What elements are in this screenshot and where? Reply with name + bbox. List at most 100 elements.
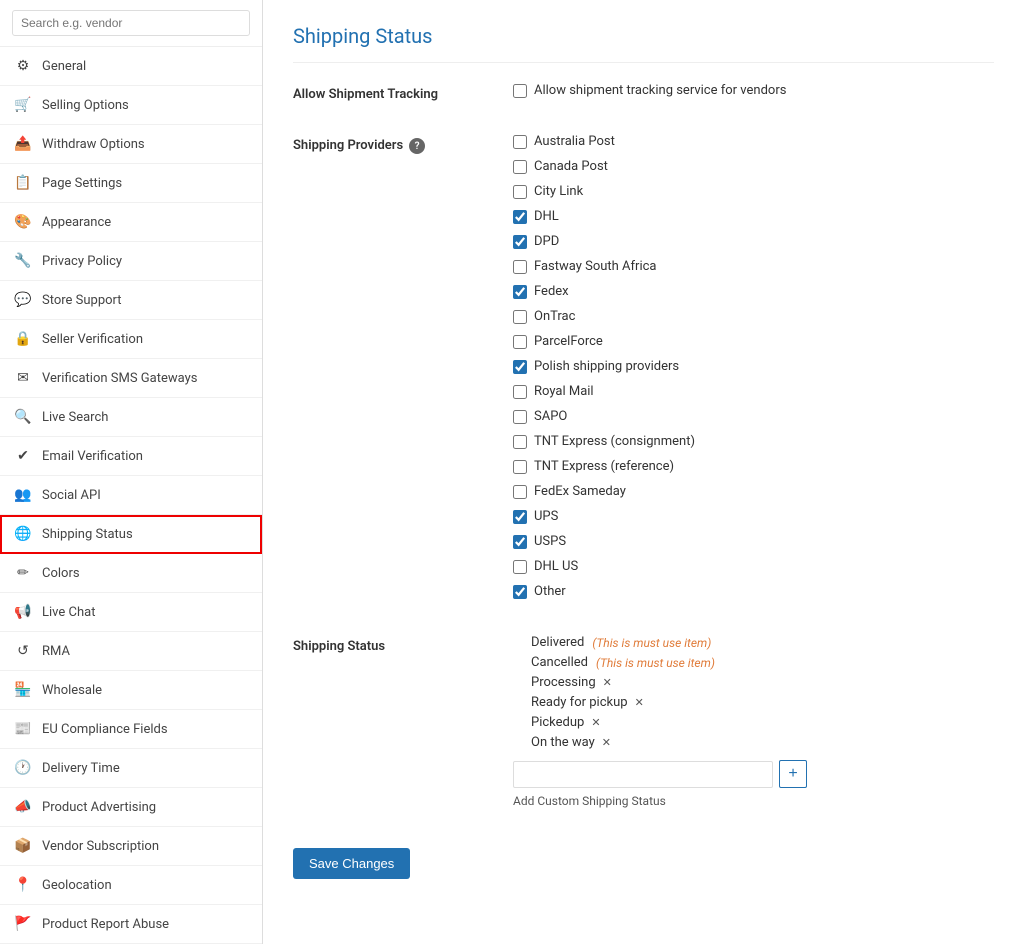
status-label-processing: Processing [531, 675, 596, 690]
sidebar-item-shipping-status[interactable]: 🌐 Shipping Status [0, 515, 262, 554]
sidebar-item-seller-verification[interactable]: 🔒 Seller Verification [0, 320, 262, 359]
provider-row-ontrac: OnTrac [513, 309, 994, 324]
provider-checkbox-australia-post[interactable] [513, 135, 527, 149]
sidebar-item-label-store-support: Store Support [42, 293, 122, 308]
add-status-button[interactable]: + [779, 760, 807, 788]
status-label-delivered: Delivered [531, 635, 584, 650]
sidebar-item-rma[interactable]: ↺ RMA [0, 632, 262, 671]
sidebar-item-label-seller-verification: Seller Verification [42, 332, 143, 347]
provider-checkbox-fastway-sa[interactable] [513, 260, 527, 274]
shipping-providers-content: Australia Post Canada Post City Link DHL… [513, 134, 994, 605]
sidebar-item-delivery-time[interactable]: 🕐 Delivery Time [0, 749, 262, 788]
status-item-cancelled: Cancelled(This is must use item) [531, 655, 994, 670]
provider-row-fastway-sa: Fastway South Africa [513, 259, 994, 274]
sidebar-item-label-email-verification: Email Verification [42, 449, 143, 464]
sidebar-item-geolocation[interactable]: 📍 Geolocation [0, 866, 262, 905]
provider-checkbox-sapo[interactable] [513, 410, 527, 424]
provider-checkbox-dhl-us[interactable] [513, 560, 527, 574]
add-custom-status-label: Add Custom Shipping Status [513, 794, 994, 808]
provider-checkbox-dpd[interactable] [513, 235, 527, 249]
provider-checkbox-ups[interactable] [513, 510, 527, 524]
sidebar-item-live-search[interactable]: 🔍 Live Search [0, 398, 262, 437]
provider-checkbox-tnt-consignment[interactable] [513, 435, 527, 449]
sidebar-item-label-page-settings: Page Settings [42, 176, 122, 191]
provider-checkbox-dhl[interactable] [513, 210, 527, 224]
sidebar-item-verification-sms[interactable]: ✉ Verification SMS Gateways [0, 359, 262, 398]
provider-label-sapo: SAPO [534, 409, 567, 424]
provider-checkbox-polish-shipping[interactable] [513, 360, 527, 374]
status-remove-processing[interactable]: ✕ [603, 676, 612, 689]
status-item-pickedup: Pickedup✕ [531, 715, 994, 730]
withdraw-options-icon: 📤 [14, 135, 32, 153]
status-must-use-delivered: (This is must use item) [592, 636, 711, 650]
sidebar-item-privacy-policy[interactable]: 🔧 Privacy Policy [0, 242, 262, 281]
status-remove-ready-pickup[interactable]: ✕ [635, 696, 644, 709]
sidebar-item-email-verification[interactable]: ✔ Email Verification [0, 437, 262, 476]
provider-row-dpd: DPD [513, 234, 994, 249]
sidebar-item-vendor-subscription[interactable]: 📦 Vendor Subscription [0, 827, 262, 866]
sidebar-item-store-support[interactable]: 💬 Store Support [0, 281, 262, 320]
sidebar-item-label-wholesale: Wholesale [42, 683, 102, 698]
status-remove-on-the-way[interactable]: ✕ [602, 736, 611, 749]
provider-checkbox-royal-mail[interactable] [513, 385, 527, 399]
sidebar-search-input[interactable] [12, 10, 250, 36]
sidebar-item-colors[interactable]: ✏ Colors [0, 554, 262, 593]
add-status-input[interactable] [513, 761, 773, 788]
provider-checkbox-other[interactable] [513, 585, 527, 599]
sidebar-item-general[interactable]: ⚙ General [0, 47, 262, 86]
allow-shipment-checkbox-row: Allow shipment tracking service for vend… [513, 83, 994, 98]
provider-row-dhl: DHL [513, 209, 994, 224]
provider-label-ups: UPS [534, 509, 558, 524]
provider-label-usps: USPS [534, 534, 566, 549]
live-search-icon: 🔍 [14, 408, 32, 426]
sidebar-item-label-withdraw-options: Withdraw Options [42, 137, 145, 152]
shipping-status-icon: 🌐 [14, 525, 32, 543]
provider-checkbox-canada-post[interactable] [513, 160, 527, 174]
allow-shipment-section: Allow Shipment Tracking Allow shipment t… [293, 83, 994, 104]
provider-checkbox-fedex-sameday[interactable] [513, 485, 527, 499]
provider-label-parcelforce: ParcelForce [534, 334, 603, 349]
provider-label-tnt-consignment: TNT Express (consignment) [534, 434, 695, 449]
provider-row-fedex-sameday: FedEx Sameday [513, 484, 994, 499]
shipping-providers-help-icon[interactable]: ? [409, 138, 425, 154]
provider-checkbox-fedex[interactable] [513, 285, 527, 299]
save-changes-button[interactable]: Save Changes [293, 848, 410, 879]
sidebar-item-label-privacy-policy: Privacy Policy [42, 254, 122, 269]
seller-verification-icon: 🔒 [14, 330, 32, 348]
sidebar-item-withdraw-options[interactable]: 📤 Withdraw Options [0, 125, 262, 164]
sidebar-item-eu-compliance[interactable]: 📰 EU Compliance Fields [0, 710, 262, 749]
sidebar-item-product-report-abuse[interactable]: 🚩 Product Report Abuse [0, 905, 262, 944]
sidebar-item-appearance[interactable]: 🎨 Appearance [0, 203, 262, 242]
provider-checkbox-ontrac[interactable] [513, 310, 527, 324]
page-title: Shipping Status [293, 24, 994, 63]
status-list: Delivered (This is must use item) Cancelle… [513, 635, 994, 750]
sidebar-item-social-api[interactable]: 👥 Social API [0, 476, 262, 515]
wholesale-icon: 🏪 [14, 681, 32, 699]
sidebar-item-live-chat[interactable]: 📢 Live Chat [0, 593, 262, 632]
allow-shipment-label: Allow Shipment Tracking [293, 83, 493, 104]
provider-checkbox-usps[interactable] [513, 535, 527, 549]
provider-row-other: Other [513, 584, 994, 599]
selling-options-icon: 🛒 [14, 96, 32, 114]
sidebar-item-label-product-report-abuse: Product Report Abuse [42, 917, 169, 932]
allow-tracking-checkbox[interactable] [513, 84, 527, 98]
sidebar-item-page-settings[interactable]: 📋 Page Settings [0, 164, 262, 203]
provider-label-tnt-reference: TNT Express (reference) [534, 459, 674, 474]
main-content: Shipping Status Allow Shipment Tracking … [263, 0, 1024, 944]
sidebar-item-selling-options[interactable]: 🛒 Selling Options [0, 86, 262, 125]
verification-sms-icon: ✉ [14, 369, 32, 387]
shipping-status-label: Shipping Status [293, 635, 493, 808]
sidebar-item-label-appearance: Appearance [42, 215, 111, 230]
product-report-abuse-icon: 🚩 [14, 915, 32, 933]
status-remove-pickedup[interactable]: ✕ [591, 716, 600, 729]
provider-checkbox-city-link[interactable] [513, 185, 527, 199]
rma-icon: ↺ [14, 642, 32, 660]
provider-checkbox-parcelforce[interactable] [513, 335, 527, 349]
sidebar-item-wholesale[interactable]: 🏪 Wholesale [0, 671, 262, 710]
live-chat-icon: 📢 [14, 603, 32, 621]
provider-row-parcelforce: ParcelForce [513, 334, 994, 349]
sidebar-item-product-advertising[interactable]: 📣 Product Advertising [0, 788, 262, 827]
status-item-delivered: Delivered (This is must use item) [531, 635, 994, 650]
privacy-policy-icon: 🔧 [14, 252, 32, 270]
provider-checkbox-tnt-reference[interactable] [513, 460, 527, 474]
